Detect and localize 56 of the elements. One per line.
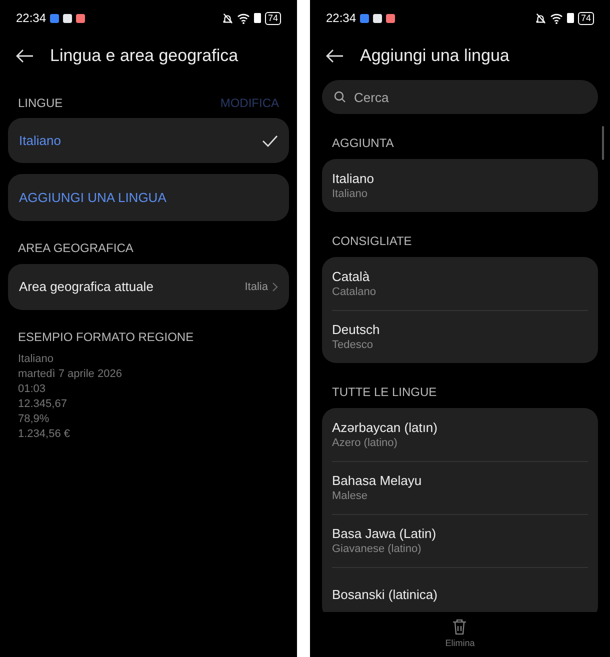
language-name: Italiano bbox=[332, 170, 375, 186]
check-icon bbox=[262, 134, 278, 146]
format-example-line: martedì 7 aprile 2026 bbox=[18, 367, 123, 382]
language-option[interactable]: Basa Jawa (Latin) Giavanese (latino) bbox=[332, 514, 588, 567]
battery-indicator: 74 bbox=[578, 12, 594, 24]
chevron-right-icon bbox=[272, 282, 278, 292]
language-name: Deutsch bbox=[332, 321, 381, 338]
language-translation: Italiano bbox=[332, 186, 368, 202]
language-option[interactable]: Català Catalano bbox=[332, 257, 588, 310]
language-translation: Tedesco bbox=[332, 338, 374, 353]
language-translation: Catalano bbox=[332, 284, 378, 300]
language-name: Italiano bbox=[19, 132, 61, 150]
back-arrow-icon[interactable] bbox=[16, 49, 34, 63]
language-translation: Malese bbox=[332, 489, 368, 504]
status-time: 22:34 bbox=[326, 10, 356, 27]
region-row[interactable]: Area geografica attuale Italia bbox=[8, 264, 289, 310]
format-example-line: 12.345,67 bbox=[18, 397, 68, 412]
language-option[interactable]: Italiano Italiano bbox=[332, 159, 588, 212]
language-option[interactable]: Azərbaycan (latın) Azero (latino) bbox=[332, 408, 588, 461]
section-heading: AGGIUNTA bbox=[331, 135, 395, 152]
trash-icon bbox=[452, 618, 468, 635]
section-heading: TUTTE LE LINGUE bbox=[331, 384, 438, 401]
language-option[interactable]: Deutsch Tedesco bbox=[332, 310, 588, 363]
search-icon bbox=[334, 91, 346, 103]
screen-title: Aggiungi una lingua bbox=[360, 45, 510, 68]
delete-button[interactable]: Elimina bbox=[445, 618, 475, 650]
format-example-line: 1.234,56 € bbox=[18, 427, 71, 442]
screen-title: Lingua e area geografica bbox=[50, 45, 238, 68]
region-label: Area geografica attuale bbox=[19, 278, 154, 296]
section-heading: ESEMPIO FORMATO REGIONE bbox=[17, 329, 195, 346]
language-translation: Azero (latino) bbox=[332, 436, 398, 450]
region-value: Italia bbox=[244, 280, 268, 295]
back-arrow-icon[interactable] bbox=[326, 49, 344, 63]
muted-bell-icon bbox=[534, 12, 546, 24]
language-translation: Giavanese (latino) bbox=[332, 542, 422, 557]
language-option[interactable]: Bahasa Melayu Malese bbox=[332, 461, 588, 514]
add-language-button[interactable]: AGGIUNGI UNA LINGUA bbox=[8, 174, 289, 221]
format-example-line: 01:03 bbox=[18, 382, 47, 397]
format-example-line: 78,9% bbox=[18, 412, 50, 427]
status-time: 22:34 bbox=[16, 10, 46, 27]
section-heading: AREA GEOGRAFICA bbox=[17, 240, 134, 257]
wifi-icon bbox=[550, 12, 563, 24]
language-name: Azərbaycan (latın) bbox=[332, 418, 438, 436]
language-name: Bosanski (latinica) bbox=[332, 586, 438, 602]
language-name: Basa Jawa (Latin) bbox=[332, 525, 438, 542]
language-option[interactable]: Bosanski (latinica) bbox=[332, 567, 588, 612]
wifi-icon bbox=[236, 12, 250, 24]
language-row[interactable]: Italiano bbox=[8, 118, 289, 163]
section-heading: LINGUE bbox=[18, 95, 63, 112]
language-name: Bahasa Melayu bbox=[332, 472, 423, 489]
search-field[interactable]: Cerca bbox=[322, 80, 598, 114]
language-name: Català bbox=[332, 268, 371, 284]
battery-indicator: 74 bbox=[264, 12, 281, 24]
section-heading: CONSIGLIATE bbox=[331, 233, 413, 250]
format-example-line: Italiano bbox=[18, 352, 54, 367]
muted-bell-icon bbox=[222, 12, 233, 24]
